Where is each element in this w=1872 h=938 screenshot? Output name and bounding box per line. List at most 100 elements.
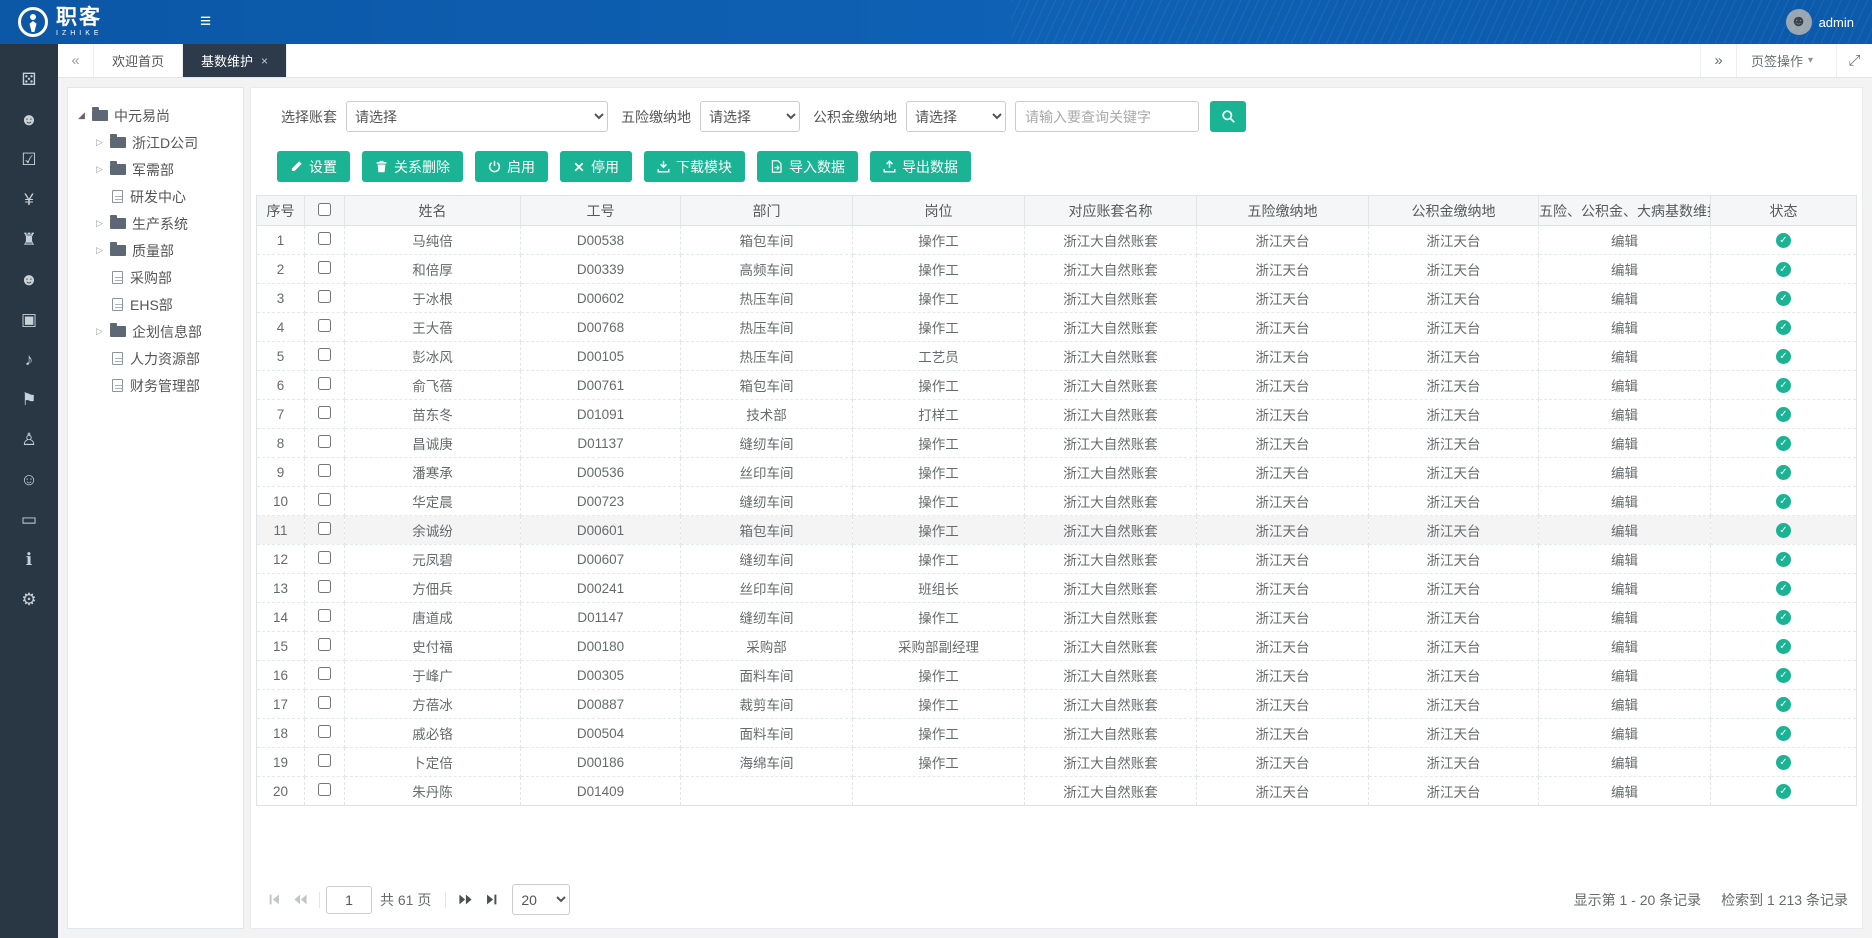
edit-base-link[interactable]: 编辑 <box>1611 611 1638 626</box>
tree-item-6[interactable]: 采购部 <box>78 264 233 291</box>
tree-item-9[interactable]: 人力资源部 <box>78 345 233 372</box>
cell-maintain[interactable]: 编辑 <box>1539 661 1711 690</box>
cell-maintain[interactable]: 编辑 <box>1539 719 1711 748</box>
tree-item-7[interactable]: EHS部 <box>78 291 233 318</box>
row-checkbox[interactable] <box>318 522 331 535</box>
row-checkbox[interactable] <box>318 435 331 448</box>
row-checkbox[interactable] <box>318 290 331 303</box>
search-input[interactable] <box>1015 101 1199 132</box>
row-checkbox[interactable] <box>318 667 331 680</box>
prev-page-icon[interactable] <box>287 887 313 913</box>
hamburger-menu-icon[interactable]: ≡ <box>200 11 211 33</box>
cell-maintain[interactable]: 编辑 <box>1539 690 1711 719</box>
row-checkbox[interactable] <box>318 493 331 506</box>
cell-maintain[interactable]: 编辑 <box>1539 632 1711 661</box>
edit-base-link[interactable]: 编辑 <box>1611 234 1638 249</box>
cubes-icon[interactable]: ⚄ <box>0 60 58 100</box>
cell-select[interactable] <box>305 255 345 284</box>
tree-item-0[interactable]: ◢中元易尚 <box>78 102 233 129</box>
edit-base-link[interactable]: 编辑 <box>1611 698 1638 713</box>
cell-select[interactable] <box>305 545 345 574</box>
fund-place-select[interactable]: 请选择 <box>906 101 1006 132</box>
caret-collapsed-icon[interactable]: ▷ <box>96 137 110 148</box>
cell-maintain[interactable]: 编辑 <box>1539 313 1711 342</box>
user-icon[interactable]: ☺ <box>0 460 58 500</box>
row-checkbox[interactable] <box>318 609 331 622</box>
cell-maintain[interactable]: 编辑 <box>1539 400 1711 429</box>
edit-base-link[interactable]: 编辑 <box>1611 495 1638 510</box>
edit-base-link[interactable]: 编辑 <box>1611 437 1638 452</box>
tree-item-3[interactable]: 研发中心 <box>78 183 233 210</box>
export-data-button[interactable]: 导出数据 <box>870 151 971 182</box>
caret-collapsed-icon[interactable]: ▷ <box>96 245 110 256</box>
row-checkbox[interactable] <box>318 754 331 767</box>
cell-select[interactable] <box>305 632 345 661</box>
cell-select[interactable] <box>305 400 345 429</box>
row-checkbox[interactable] <box>318 464 331 477</box>
caret-expanded-icon[interactable]: ◢ <box>78 110 92 121</box>
tab-operations-button[interactable]: 页签操作 ▾ <box>1736 44 1836 77</box>
row-checkbox[interactable] <box>318 551 331 564</box>
checklist-icon[interactable]: ☑ <box>0 140 58 180</box>
edit-base-link[interactable]: 编辑 <box>1611 756 1638 771</box>
edit-base-link[interactable]: 编辑 <box>1611 640 1638 655</box>
cell-maintain[interactable]: 编辑 <box>1539 777 1711 806</box>
row-checkbox[interactable] <box>318 725 331 738</box>
row-checkbox[interactable] <box>318 348 331 361</box>
edit-base-link[interactable]: 编辑 <box>1611 466 1638 481</box>
caret-collapsed-icon[interactable]: ▷ <box>96 218 110 229</box>
row-checkbox[interactable] <box>318 261 331 274</box>
cell-select[interactable] <box>305 342 345 371</box>
tab-close-icon[interactable]: × <box>261 54 268 68</box>
account-select[interactable]: 请选择 <box>346 101 608 132</box>
insurance-place-select[interactable]: 请选择 <box>700 101 800 132</box>
edit-base-link[interactable]: 编辑 <box>1611 785 1638 800</box>
row-checkbox[interactable] <box>318 406 331 419</box>
cell-maintain[interactable]: 编辑 <box>1539 516 1711 545</box>
cell-maintain[interactable]: 编辑 <box>1539 371 1711 400</box>
import-data-button[interactable]: 导入数据 <box>757 151 858 182</box>
cell-maintain[interactable]: 编辑 <box>1539 255 1711 284</box>
row-checkbox[interactable] <box>318 638 331 651</box>
settings-button[interactable]: 设置 <box>277 151 350 182</box>
cell-select[interactable] <box>305 690 345 719</box>
cell-select[interactable] <box>305 284 345 313</box>
cell-select[interactable] <box>305 661 345 690</box>
cell-maintain[interactable]: 编辑 <box>1539 487 1711 516</box>
cell-maintain[interactable]: 编辑 <box>1539 574 1711 603</box>
cell-maintain[interactable]: 编辑 <box>1539 226 1711 255</box>
last-page-icon[interactable] <box>478 887 504 913</box>
cell-maintain[interactable]: 编辑 <box>1539 748 1711 777</box>
tree-item-5[interactable]: ▷质量部 <box>78 237 233 264</box>
edit-base-link[interactable]: 编辑 <box>1611 292 1638 307</box>
fullscreen-icon[interactable]: ⤢ <box>1836 44 1872 77</box>
cell-maintain[interactable]: 编辑 <box>1539 545 1711 574</box>
tree-item-4[interactable]: ▷生产系统 <box>78 210 233 237</box>
edit-base-link[interactable]: 编辑 <box>1611 727 1638 742</box>
mic-icon[interactable]: ♪ <box>0 340 58 380</box>
tabs-scroll-left-icon[interactable]: « <box>58 44 94 77</box>
cell-select[interactable] <box>305 226 345 255</box>
disable-button[interactable]: 停用 <box>560 151 632 182</box>
cell-select[interactable] <box>305 458 345 487</box>
currency-yen-icon[interactable]: ¥ <box>0 180 58 220</box>
edit-base-link[interactable]: 编辑 <box>1611 553 1638 568</box>
edit-base-link[interactable]: 编辑 <box>1611 321 1638 336</box>
edit-base-link[interactable]: 编辑 <box>1611 582 1638 597</box>
cell-maintain[interactable]: 编辑 <box>1539 603 1711 632</box>
row-checkbox[interactable] <box>318 783 331 796</box>
cell-select[interactable] <box>305 429 345 458</box>
cell-maintain[interactable]: 编辑 <box>1539 284 1711 313</box>
tree-item-2[interactable]: ▷军需部 <box>78 156 233 183</box>
relation-delete-button[interactable]: 关系删除 <box>362 151 463 182</box>
monitor-icon[interactable]: ▭ <box>0 500 58 540</box>
row-checkbox[interactable] <box>318 232 331 245</box>
info-icon[interactable]: ℹ <box>0 540 58 580</box>
tree-item-10[interactable]: 财务管理部 <box>78 372 233 399</box>
edit-base-link[interactable]: 编辑 <box>1611 379 1638 394</box>
cell-maintain[interactable]: 编辑 <box>1539 458 1711 487</box>
edit-base-link[interactable]: 编辑 <box>1611 263 1638 278</box>
row-checkbox[interactable] <box>318 377 331 390</box>
cell-select[interactable] <box>305 487 345 516</box>
next-page-icon[interactable] <box>452 887 478 913</box>
